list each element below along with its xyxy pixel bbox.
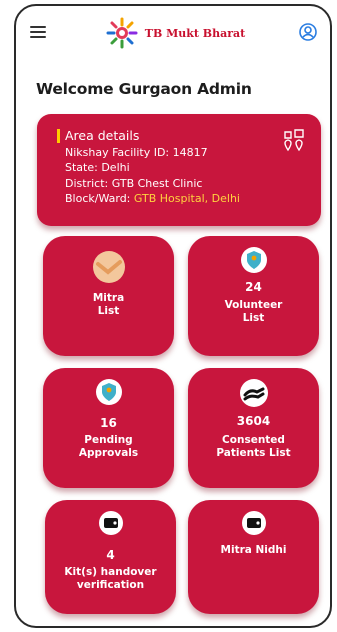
brand-logo: TB Mukt Bharat [105, 16, 245, 50]
wallet-icon [98, 511, 123, 535]
district-row: District: GTB Chest Clinic [65, 176, 203, 190]
tile-label: Mitra Nidhi [220, 544, 287, 556]
welcome-heading: Welcome Gurgaon Admin [36, 80, 252, 98]
user-settings-icon[interactable] [298, 22, 318, 42]
tile-label: Kit(s) handover [64, 566, 157, 578]
kit-handover-tile[interactable]: 4 Kit(s) handover verification [45, 500, 176, 614]
tile-label-2: Patients List [216, 447, 291, 459]
brand-name: TB Mukt Bharat [144, 26, 246, 40]
location-pins-icon [284, 129, 304, 152]
tile-count: 3604 [236, 414, 271, 428]
care-hands-icon [239, 379, 268, 407]
tile-count: 16 [100, 416, 117, 430]
tile-count: 4 [106, 548, 115, 562]
block-row: Block/Ward: GTB Hospital, Delhi [65, 192, 240, 205]
tile-label-2: List [97, 305, 120, 317]
approval-shield-icon [95, 379, 122, 405]
state-row: State: Delhi [65, 161, 130, 174]
volunteer-shield-icon [240, 247, 267, 273]
tile-label: Volunteer [224, 299, 283, 311]
area-details-card: Area details Nikshay Facility ID: 14817 … [37, 114, 321, 226]
wallet-icon [241, 511, 266, 535]
hamburger-menu-icon[interactable] [30, 26, 46, 38]
tile-label-2: verification [76, 579, 145, 591]
tile-label: Pending [84, 434, 133, 446]
mitra-list-tile[interactable]: Mitra List [43, 236, 174, 356]
tile-label: Consented [222, 434, 285, 446]
tile-label: Mitra [92, 292, 125, 304]
pending-approvals-tile[interactable]: 16 Pending Approvals [43, 368, 174, 488]
tile-label-2: List [242, 312, 265, 324]
tile-count: 24 [245, 280, 262, 294]
volunteer-list-tile[interactable]: 24 Volunteer List [188, 236, 319, 356]
tb-mukt-bharat-logo-icon [106, 17, 138, 49]
phone-frame: TB Mukt Bharat Welcome Gurgaon Admin Are… [14, 4, 332, 628]
consented-patients-tile[interactable]: 3604 Consented Patients List [188, 368, 319, 488]
handshake-icon [92, 251, 125, 283]
app-header: TB Mukt Bharat [16, 6, 330, 60]
mitra-nidhi-tile[interactable]: Mitra Nidhi [188, 500, 319, 614]
tile-label-2: Approvals [78, 447, 139, 459]
area-accent-bar [57, 129, 60, 143]
